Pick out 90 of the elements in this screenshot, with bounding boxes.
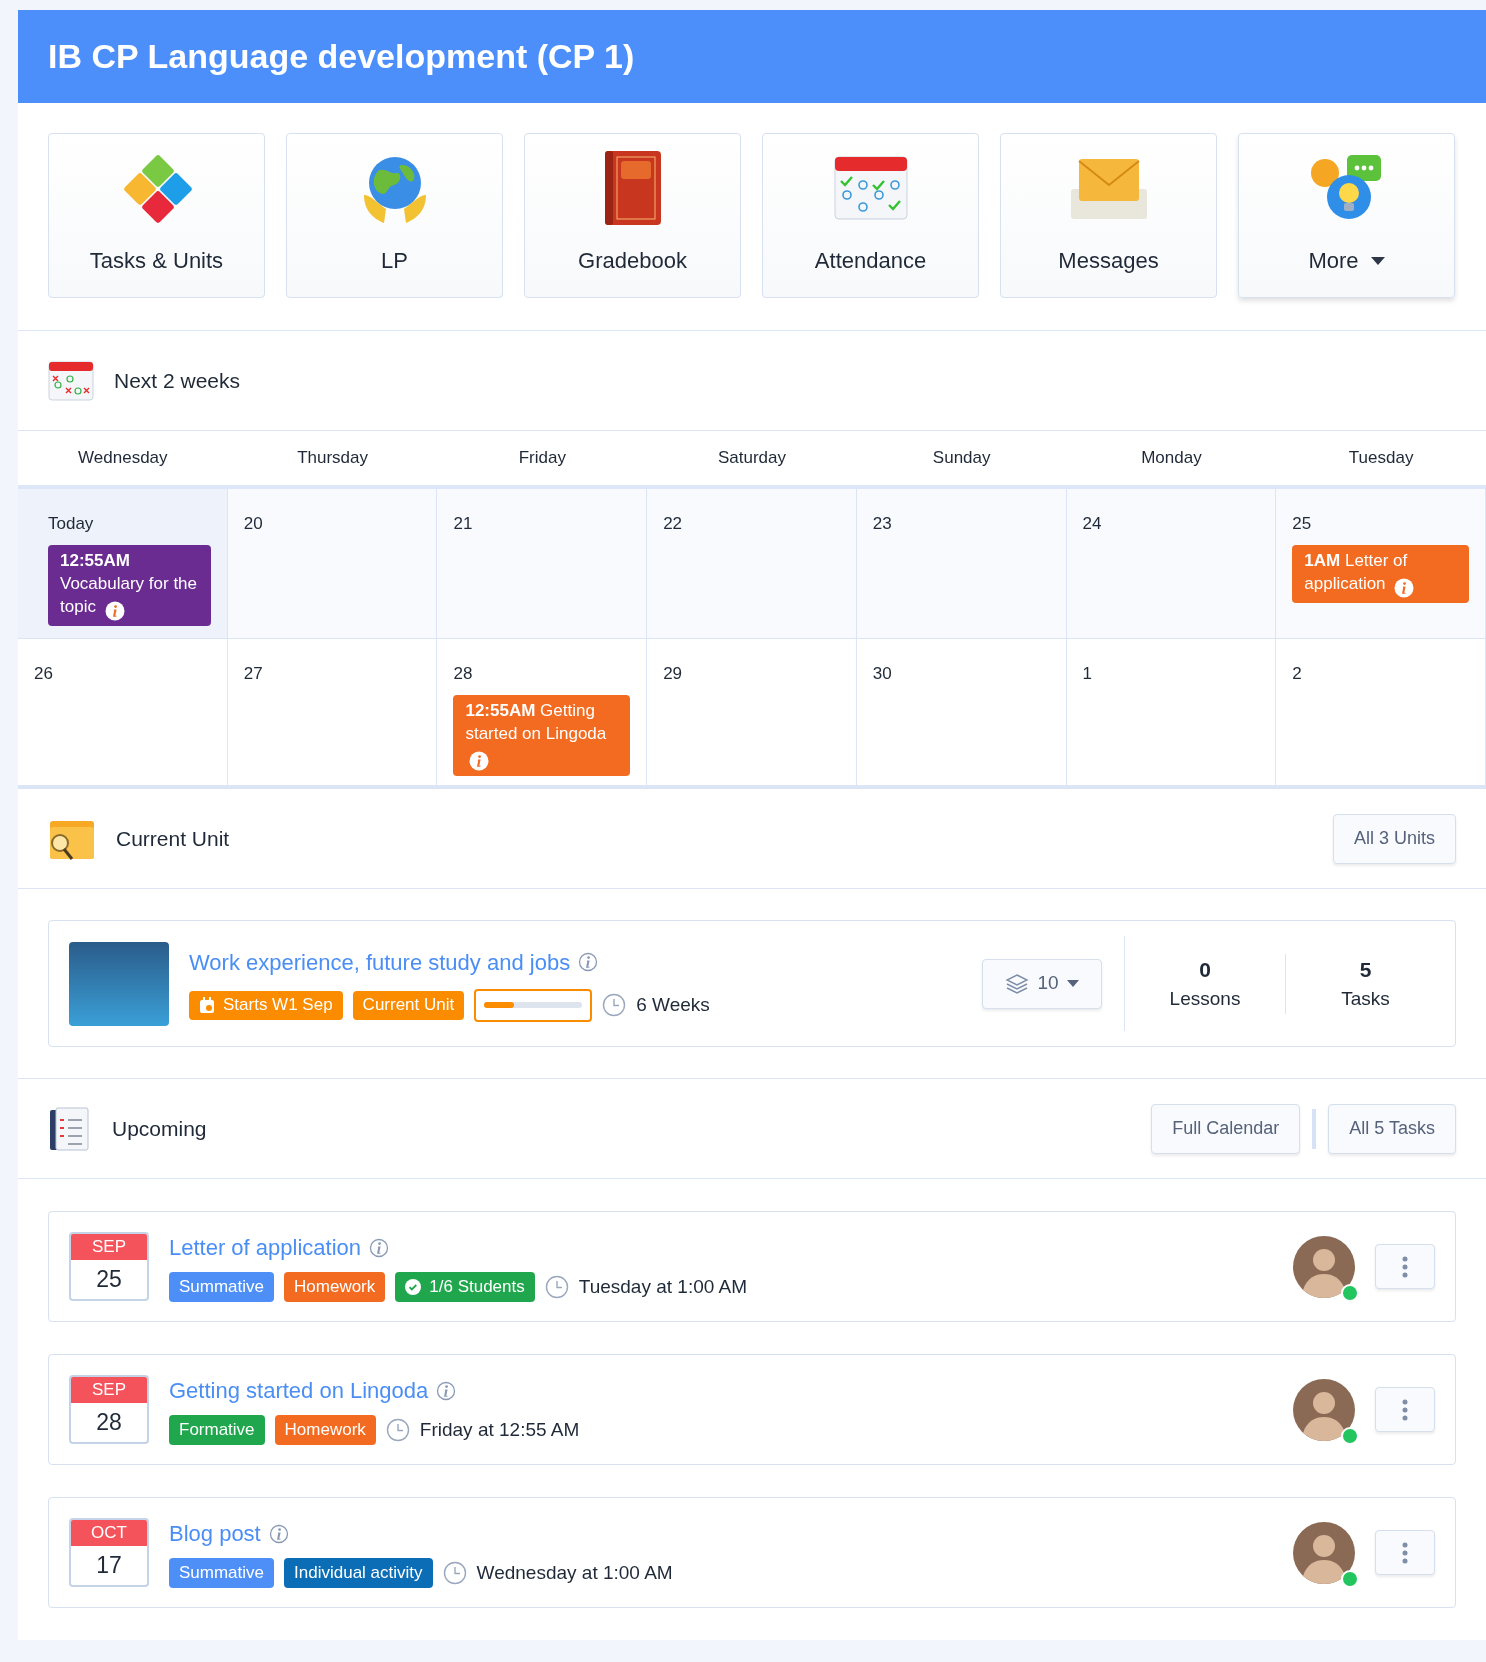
task-tag: Summative [169, 1558, 275, 1588]
unit-duration: 6 Weeks [636, 992, 710, 1017]
section-title: Next 2 weeks [114, 367, 241, 394]
info-icon [104, 601, 125, 621]
day-number: 26 [34, 663, 54, 685]
info-icon [469, 751, 490, 771]
day-number: 21 [453, 513, 474, 535]
weekday-label: Monday [1140, 447, 1203, 470]
due-time: Wednesday at 1:00 AM [476, 1560, 673, 1585]
task-tag: Summative [169, 1272, 275, 1302]
task-tag: Individual activity [284, 1558, 433, 1588]
stat-value: 5 [1359, 956, 1372, 983]
calendar-icon [48, 360, 94, 401]
weekday-label: Friday [517, 447, 567, 470]
clock-icon [442, 1561, 467, 1585]
avatar-silhouette [1293, 1378, 1355, 1441]
day-number: 20 [243, 513, 264, 535]
task-tag: Formative [169, 1415, 265, 1445]
layers-dropdown[interactable]: 10 [982, 958, 1102, 1009]
full-calendar-button[interactable]: Full Calendar [1151, 1103, 1301, 1154]
clock-icon [385, 1418, 410, 1442]
unit-tag: Starts W1 Sep [189, 990, 343, 1020]
day-number: 23 [872, 513, 893, 535]
date-day: 17 [71, 1546, 147, 1585]
info-icon [1394, 578, 1415, 598]
weekday-label: Saturday [716, 447, 787, 470]
clock-icon [602, 993, 627, 1017]
section-title: Current Unit [116, 825, 230, 852]
task-title-link[interactable]: Blog post [169, 1517, 261, 1550]
date-month: OCT [71, 1520, 147, 1546]
task-title-link[interactable]: Letter of application [169, 1231, 362, 1264]
day-number: 28 [453, 663, 474, 685]
task-tag: Homework [274, 1415, 376, 1445]
check-circle-icon [405, 1279, 422, 1295]
caret-icon [1066, 980, 1079, 987]
weekday-label: Tuesday [1347, 447, 1415, 470]
day-number: 24 [1082, 513, 1103, 535]
day-number: 22 [663, 513, 684, 535]
more-options-button[interactable] [1375, 1387, 1435, 1432]
info-icon [369, 1237, 390, 1258]
day-number: 2 [1292, 663, 1303, 685]
app-tile[interactable]: LP [286, 133, 503, 298]
day-number: 29 [663, 663, 684, 685]
checklist-icon [48, 1105, 92, 1152]
unit-tag: Current Unit [352, 990, 465, 1020]
stat-label: Lessons [1169, 987, 1241, 1011]
task-tag: 1/6 Students [395, 1272, 535, 1302]
all-tasks-button[interactable]: All 5 Tasks [1328, 1103, 1456, 1154]
calendar-event[interactable]: 12:55AM Vocabulary for the topic [48, 544, 211, 626]
more-vertical-icon [1402, 1255, 1408, 1278]
day-number: 27 [243, 663, 264, 685]
app-tile[interactable]: Messages [1000, 133, 1217, 298]
app-tile[interactable]: Attendance [762, 133, 979, 298]
due-time: Friday at 12:55 AM [419, 1417, 580, 1442]
date-day: 25 [71, 1260, 147, 1299]
more-options-button[interactable] [1375, 1530, 1435, 1575]
stat-value: 0 [1199, 956, 1211, 983]
all-units-button[interactable]: All 3 Units [1332, 813, 1456, 864]
app-tile[interactable]: Tasks & Units [48, 133, 265, 298]
course-title: IB CP Language development (CP 1) [48, 36, 635, 77]
weekday-label: Thursday [296, 447, 369, 470]
date-month: SEP [71, 1234, 147, 1260]
clock-icon [544, 1275, 569, 1299]
more-options-button[interactable] [1375, 1244, 1435, 1289]
task-title-link[interactable]: Getting started on Lingoda [169, 1374, 429, 1407]
info-icon [436, 1380, 457, 1401]
due-time: Tuesday at 1:00 AM [578, 1274, 748, 1299]
date-day: 28 [71, 1403, 147, 1442]
calendar-icon [199, 996, 215, 1014]
day-number: 1 [1082, 663, 1094, 685]
more-vertical-icon [1402, 1398, 1408, 1421]
day-number: 30 [872, 663, 893, 685]
layers-icon [1005, 972, 1030, 995]
weekday-label: Wednesday [77, 447, 169, 470]
weekday-label: Sunday [931, 447, 992, 470]
day-number: Today [48, 513, 95, 535]
task-tag: Homework [284, 1272, 386, 1302]
stat-label: Tasks [1341, 987, 1390, 1011]
section-title: Upcoming [112, 1115, 207, 1142]
avatar-silhouette [1293, 1521, 1355, 1584]
app-tile[interactable]: More [1238, 133, 1455, 298]
day-number: 25 [1292, 513, 1313, 535]
more-vertical-icon [1402, 1541, 1408, 1564]
attendance-calendar-icon [832, 155, 909, 221]
info-icon [268, 1523, 289, 1544]
unit-title-link[interactable]: Work experience, future study and jobs [189, 945, 571, 979]
info-icon [578, 952, 599, 972]
avatar-silhouette [1293, 1235, 1355, 1298]
app-tile[interactable]: Gradebook [524, 133, 741, 298]
date-month: SEP [71, 1377, 147, 1403]
